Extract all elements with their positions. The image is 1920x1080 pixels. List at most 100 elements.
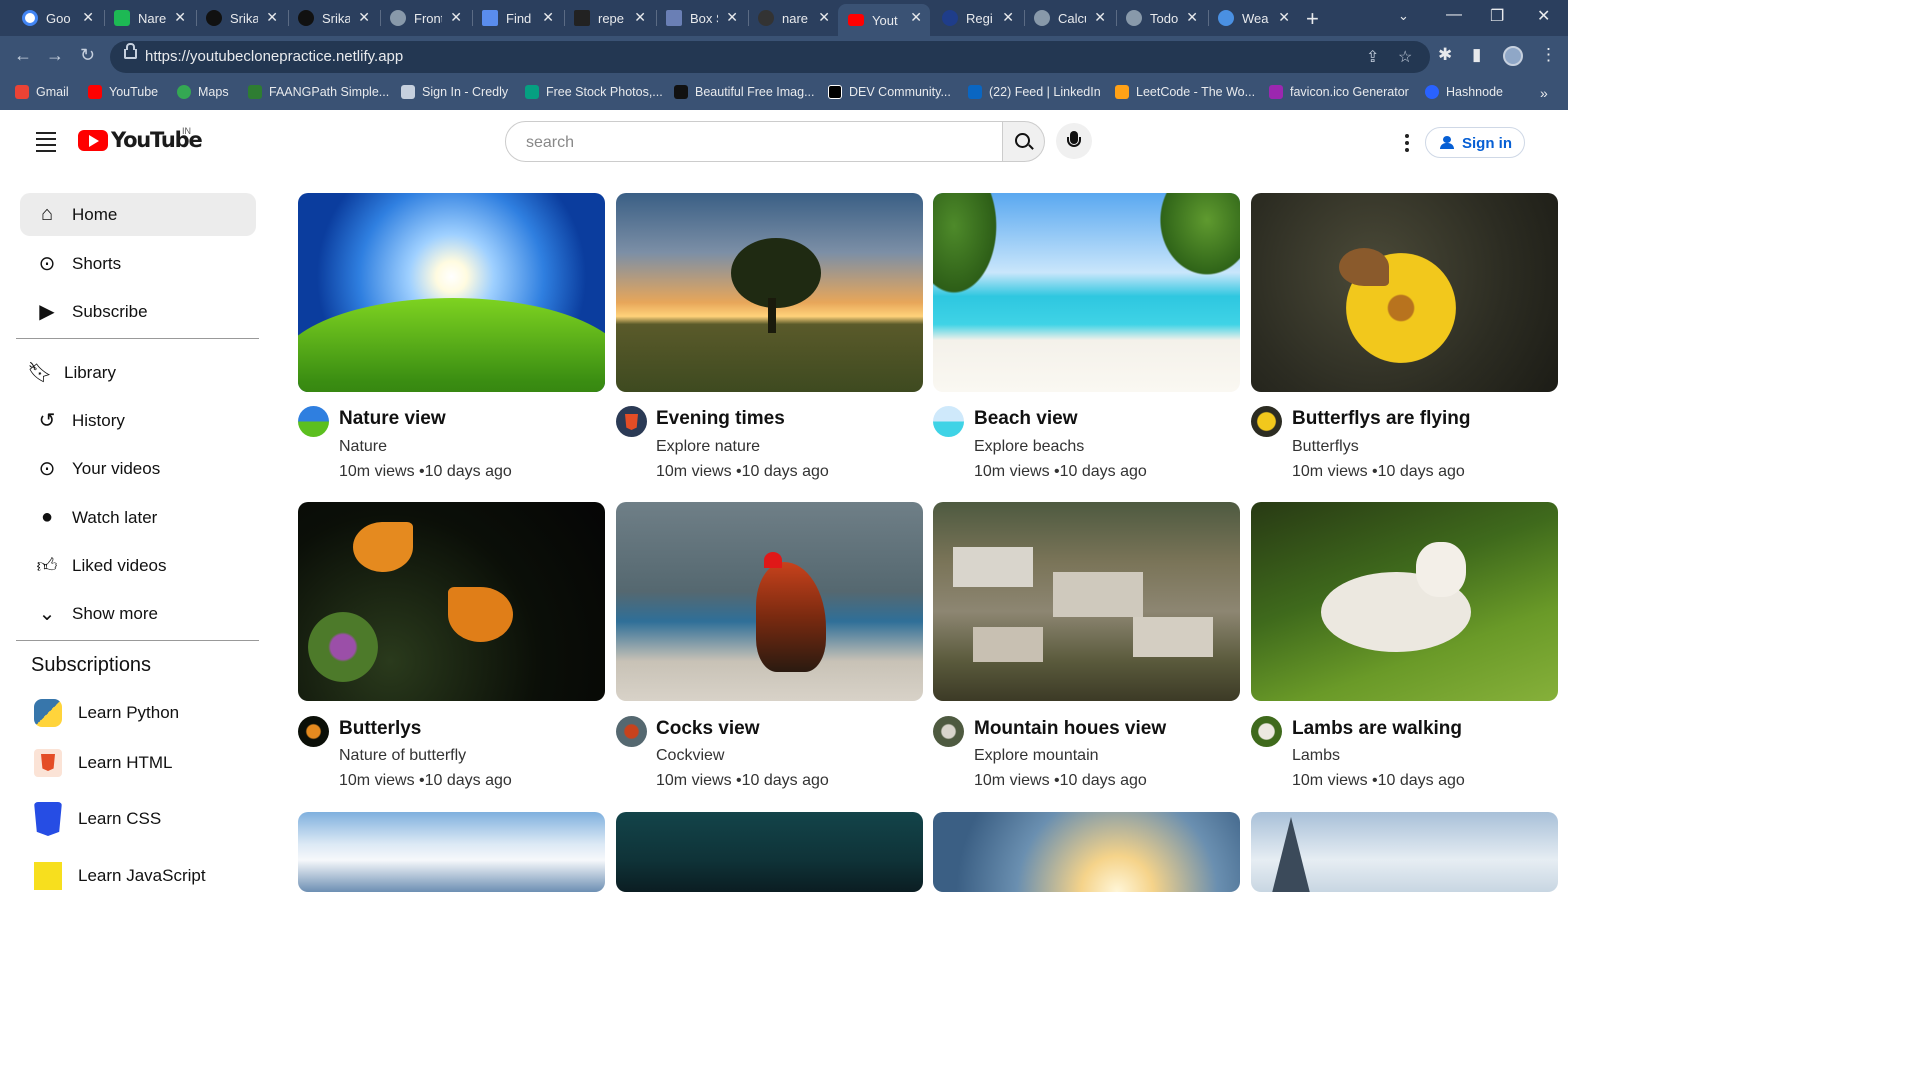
video-thumbnail[interactable]	[933, 193, 1240, 392]
bookmark-item[interactable]: YouTube	[88, 85, 158, 99]
settings-menu-icon[interactable]	[1405, 134, 1409, 155]
bookmark-item[interactable]: DEV Community...	[828, 85, 951, 99]
sidebar-item-shorts[interactable]: ⊙ Shorts	[20, 242, 256, 285]
video-title[interactable]: Butterflys are flying	[1292, 408, 1470, 430]
video-title[interactable]: Lambs are walking	[1292, 718, 1462, 740]
video-channel[interactable]: Nature	[339, 438, 387, 456]
subscription-item[interactable]: Learn Python	[34, 699, 179, 727]
side-panel-icon[interactable]: ▮	[1472, 45, 1481, 65]
video-thumbnail[interactable]	[298, 812, 605, 892]
video-channel[interactable]: Cockview	[656, 747, 724, 765]
search-button[interactable]	[1003, 121, 1045, 162]
browser-tab[interactable]: Wea ✕	[1208, 4, 1298, 32]
video-thumbnail[interactable]	[1251, 812, 1558, 892]
video-title[interactable]: Butterlys	[339, 718, 421, 740]
channel-avatar[interactable]	[298, 406, 329, 437]
close-icon[interactable]: ✕	[82, 9, 94, 26]
reload-icon[interactable]: ↻	[80, 45, 95, 66]
video-channel[interactable]: Explore mountain	[974, 747, 1099, 765]
restore-icon[interactable]: ❐	[1490, 6, 1504, 26]
video-thumbnail[interactable]	[1251, 193, 1558, 392]
video-thumbnail[interactable]	[933, 812, 1240, 892]
close-icon[interactable]: ✕	[1094, 9, 1106, 26]
share-icon[interactable]: ⇪	[1366, 47, 1379, 67]
browser-tab-active[interactable]: Yout ✕	[838, 4, 930, 36]
close-icon[interactable]: ✕	[1186, 9, 1198, 26]
channel-avatar[interactable]	[1251, 716, 1282, 747]
channel-avatar[interactable]	[933, 716, 964, 747]
close-icon[interactable]: ✕	[818, 9, 830, 26]
extensions-icon[interactable]: ✱	[1438, 45, 1452, 65]
subscription-item[interactable]: Learn HTML	[34, 749, 172, 777]
sidebar-item-library[interactable]: 🔖︎ Library	[12, 351, 248, 394]
browser-tab[interactable]: nare ✕	[748, 4, 838, 32]
browser-tab[interactable]: Nare ✕	[104, 4, 194, 32]
channel-avatar[interactable]	[933, 406, 964, 437]
video-channel[interactable]: Nature of butterfly	[339, 747, 466, 765]
video-title[interactable]: Mountain houes view	[974, 718, 1166, 740]
close-icon[interactable]: ✕	[634, 9, 646, 26]
video-thumbnail[interactable]	[616, 812, 923, 892]
browser-tab[interactable]: Front ✕	[380, 4, 470, 32]
close-icon[interactable]: ✕	[450, 9, 462, 26]
bookmark-item[interactable]: favicon.ico Generator	[1269, 85, 1409, 99]
video-thumbnail[interactable]	[616, 502, 923, 701]
close-icon[interactable]: ✕	[358, 9, 370, 26]
forward-icon[interactable]: →	[46, 45, 64, 66]
window-close-icon[interactable]: ✕	[1537, 6, 1550, 26]
bookmark-item[interactable]: (22) Feed | LinkedIn	[968, 85, 1101, 99]
video-title[interactable]: Cocks view	[656, 718, 760, 740]
subscription-item[interactable]: Learn JavaScript	[34, 862, 206, 890]
bookmark-item[interactable]: Free Stock Photos,...	[525, 85, 663, 99]
more-bookmarks-icon[interactable]: »	[1540, 85, 1548, 101]
browser-tab[interactable]: Find ✕	[472, 4, 562, 32]
sidebar-item-liked-videos[interactable]: 👍︎ Liked videos	[20, 544, 256, 587]
channel-avatar[interactable]	[298, 716, 329, 747]
bookmark-item[interactable]: Maps	[177, 85, 229, 99]
back-icon[interactable]: ←	[14, 45, 32, 66]
browser-tab[interactable]: repe ✕	[564, 4, 654, 32]
sidebar-item-history[interactable]: ↺ History	[20, 399, 256, 442]
sidebar-item-subscribe[interactable]: ▶ Subscribe	[20, 290, 256, 333]
sign-in-button[interactable]: Sign in	[1425, 127, 1525, 158]
video-title[interactable]: Evening times	[656, 408, 785, 430]
video-thumbnail[interactable]	[298, 193, 605, 392]
close-icon[interactable]: ✕	[542, 9, 554, 26]
browser-menu-icon[interactable]: ⋮	[1540, 45, 1557, 65]
voice-search-button[interactable]	[1056, 123, 1092, 159]
bookmark-item[interactable]: FAANGPath Simple...	[248, 85, 389, 99]
browser-tab[interactable]: Srika ✕	[196, 4, 286, 32]
sidebar-item-home[interactable]: ⌂ Home	[20, 193, 256, 236]
address-bar[interactable]: https://youtubeclonepractice.netlify.app…	[110, 41, 1430, 73]
close-icon[interactable]: ✕	[1278, 9, 1290, 26]
browser-tab[interactable]: Calcu✕	[1024, 4, 1114, 32]
close-icon[interactable]: ✕	[1002, 9, 1014, 26]
bookmark-item[interactable]: Beautiful Free Imag...	[674, 85, 815, 99]
video-thumbnail[interactable]	[1251, 502, 1558, 701]
channel-avatar[interactable]	[616, 406, 647, 437]
menu-icon[interactable]	[36, 132, 56, 156]
profile-avatar[interactable]	[1503, 46, 1523, 66]
sidebar-item-your-videos[interactable]: ⊙ Your videos	[20, 447, 256, 490]
channel-avatar[interactable]	[1251, 406, 1282, 437]
close-icon[interactable]: ✕	[174, 9, 186, 26]
subscription-item[interactable]: Learn CSS	[34, 802, 161, 836]
video-thumbnail[interactable]	[616, 193, 923, 392]
close-icon[interactable]: ✕	[726, 9, 738, 26]
browser-tab[interactable]: Box S✕	[656, 4, 746, 32]
browser-tab[interactable]: Srika ✕	[288, 4, 378, 32]
video-channel[interactable]: Explore beachs	[974, 438, 1084, 456]
bookmark-star-icon[interactable]: ☆	[1398, 47, 1412, 67]
minimize-icon[interactable]: —	[1446, 6, 1462, 24]
close-icon[interactable]: ✕	[266, 9, 278, 26]
youtube-logo[interactable]: YouTube IN	[78, 126, 203, 152]
bookmark-item[interactable]: Hashnode	[1425, 85, 1503, 99]
channel-avatar[interactable]	[616, 716, 647, 747]
bookmark-item[interactable]: Sign In - Credly	[401, 85, 508, 99]
sidebar-item-show-more[interactable]: ⌄ Show more	[20, 592, 256, 635]
bookmark-item[interactable]: LeetCode - The Wo...	[1115, 85, 1255, 99]
search-input[interactable]: search	[505, 121, 1003, 162]
bookmark-item[interactable]: Gmail	[15, 85, 69, 99]
sidebar-item-watch-later[interactable]: ● Watch later	[20, 496, 256, 539]
close-icon[interactable]: ✕	[910, 9, 922, 26]
